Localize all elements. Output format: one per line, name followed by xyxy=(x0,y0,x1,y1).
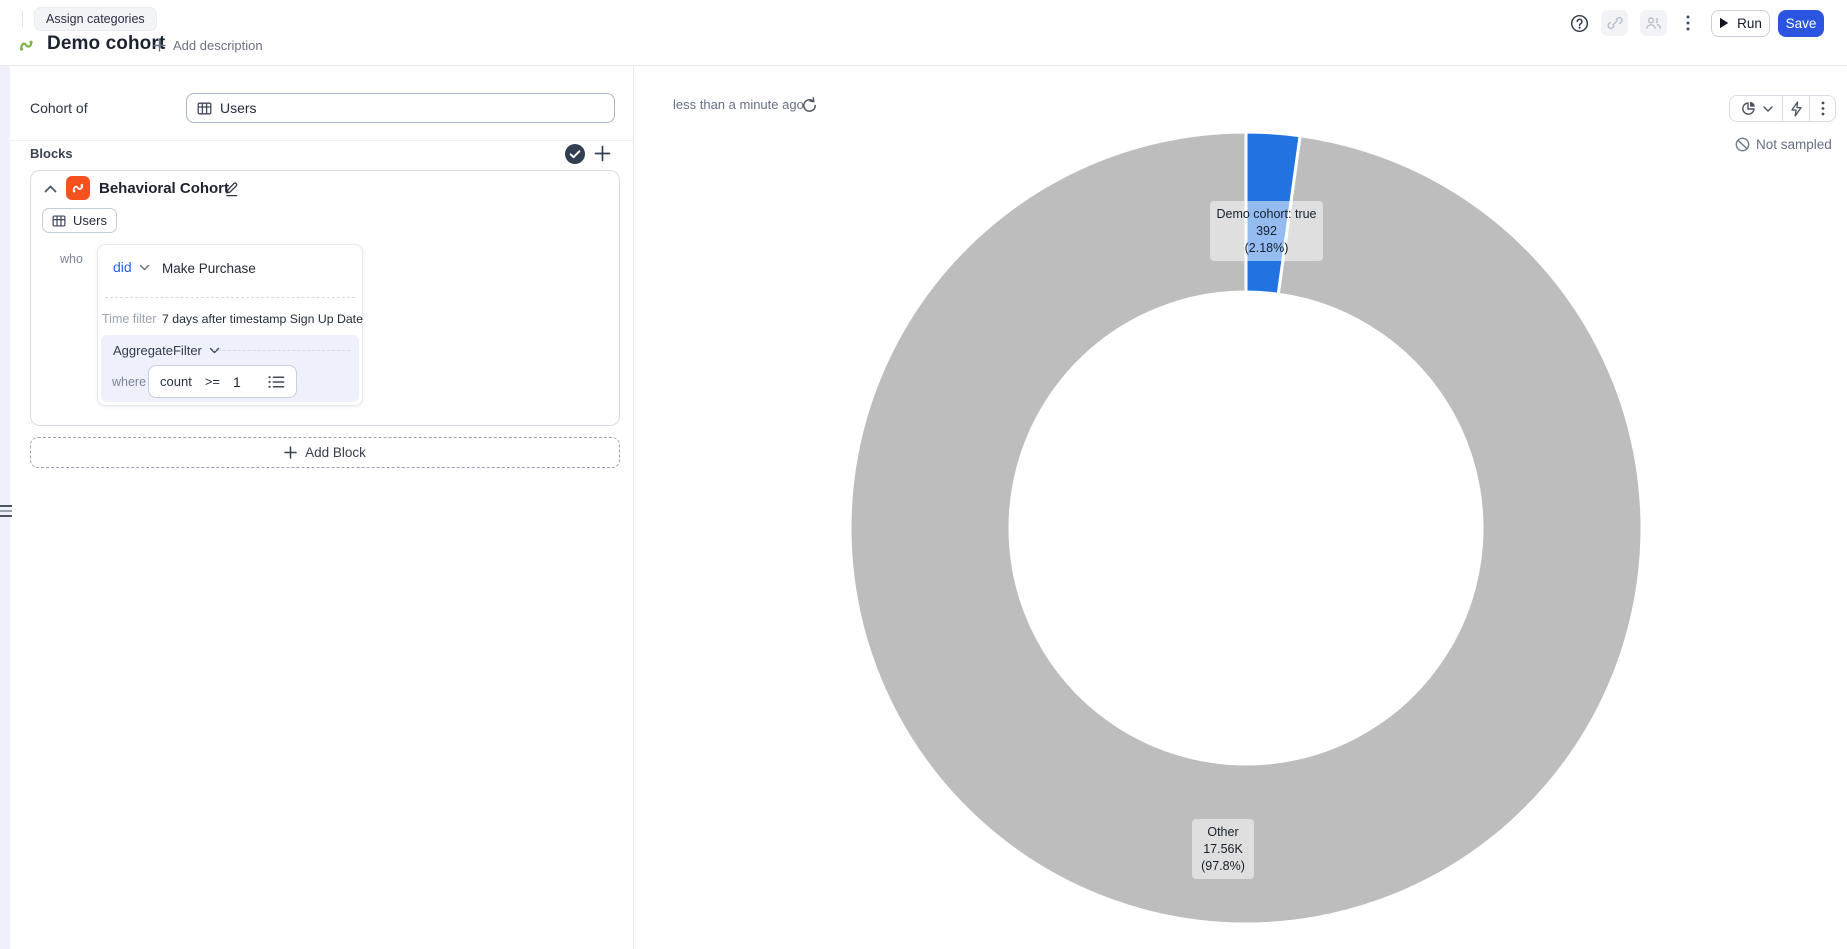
add-description-label: Add description xyxy=(173,38,263,53)
slice-label-demo-cohort: Demo cohort: true 392 (2.18%) xyxy=(1210,201,1323,261)
section-divider xyxy=(10,140,633,141)
donut-chart xyxy=(633,65,1847,949)
slice-label-value: 392 xyxy=(1212,223,1321,240)
event-selector[interactable]: Make Purchase xyxy=(162,261,256,276)
slice-label-value: 17.56K xyxy=(1194,841,1252,858)
where-label: where xyxy=(112,375,146,389)
add-description-button[interactable]: Add description xyxy=(153,38,263,53)
table-icon xyxy=(52,214,66,228)
cohort-builder-app: Assign categories Demo cohort Add descri… xyxy=(0,0,1847,949)
help-icon xyxy=(1570,14,1589,33)
run-button[interactable]: Run xyxy=(1711,10,1770,37)
cohort-of-value: Users xyxy=(220,100,257,116)
cohort-of-label: Cohort of xyxy=(30,100,88,116)
aggregate-dashed-divider xyxy=(213,350,350,351)
play-icon xyxy=(1719,17,1729,29)
card-dashed-divider xyxy=(105,297,355,298)
breadcrumb-divider xyxy=(22,11,23,27)
plus-icon xyxy=(153,39,166,52)
add-block-label: Add Block xyxy=(305,445,366,460)
where-field[interactable]: count xyxy=(160,374,192,389)
block-dataset-label: Users xyxy=(73,213,107,228)
check-circle-icon xyxy=(564,143,586,165)
slice-label-name: Demo cohort: true xyxy=(1212,206,1321,223)
assign-categories-label: Assign categories xyxy=(46,12,145,26)
save-button[interactable]: Save xyxy=(1778,10,1824,37)
where-value-input[interactable]: 1 xyxy=(233,374,241,390)
copy-link-button[interactable] xyxy=(1601,10,1628,36)
blocks-heading: Blocks xyxy=(30,146,73,161)
plus-icon xyxy=(593,144,612,163)
chevron-down-icon xyxy=(139,264,150,271)
run-label: Run xyxy=(1737,16,1762,31)
add-block-button[interactable]: Add Block xyxy=(30,437,620,468)
time-filter-label: Time filter xyxy=(102,312,156,326)
table-icon xyxy=(197,101,212,116)
block-title: Behavioral Cohort xyxy=(99,180,229,197)
assign-categories-button[interactable]: Assign categories xyxy=(34,7,157,31)
slice-label-name: Other xyxy=(1194,824,1252,841)
who-label: who xyxy=(60,252,83,266)
share-users-button[interactable] xyxy=(1640,10,1667,36)
panel-drag-handle[interactable] xyxy=(0,505,12,521)
users-icon xyxy=(1645,15,1662,31)
time-filter-value[interactable]: 7 days after timestamp Sign Up Date xyxy=(162,312,363,326)
performed-value: did xyxy=(113,259,132,275)
cohort-icon xyxy=(18,37,36,55)
header-actions: Run Save xyxy=(1568,9,1824,37)
where-condition[interactable]: count >= 1 xyxy=(148,365,297,398)
header-more-button[interactable] xyxy=(1677,10,1699,36)
collapse-block-button[interactable] xyxy=(43,182,58,198)
blocks-complete-button[interactable] xyxy=(564,143,586,168)
edit-pencil-icon xyxy=(223,180,240,197)
chevron-up-icon xyxy=(43,183,58,195)
slice-label-percent: (97.8%) xyxy=(1194,858,1252,875)
cohort-squiggle-icon xyxy=(71,181,86,196)
where-operator[interactable]: >= xyxy=(205,374,220,389)
block-dataset-chip[interactable]: Users xyxy=(42,208,117,233)
plus-icon xyxy=(284,446,297,459)
behavioral-cohort-block-icon xyxy=(66,176,90,200)
help-button[interactable] xyxy=(1568,10,1590,36)
kebab-icon xyxy=(1686,15,1690,31)
link-icon xyxy=(1607,15,1623,31)
slice-label-other: Other 17.56K (97.8%) xyxy=(1192,819,1254,879)
slice-label-percent: (2.18%) xyxy=(1212,240,1321,257)
add-block-icon-button[interactable] xyxy=(593,144,612,166)
aggregate-filter-dropdown[interactable]: AggregateFilter xyxy=(113,343,220,358)
save-label: Save xyxy=(1786,16,1817,31)
performed-dropdown[interactable]: did xyxy=(113,259,150,275)
page-title: Demo cohort xyxy=(47,33,165,55)
list-icon[interactable] xyxy=(268,375,285,389)
aggregate-filter-label: AggregateFilter xyxy=(113,343,202,358)
cohort-of-input[interactable]: Users xyxy=(186,93,615,123)
rename-block-button[interactable] xyxy=(223,180,240,200)
